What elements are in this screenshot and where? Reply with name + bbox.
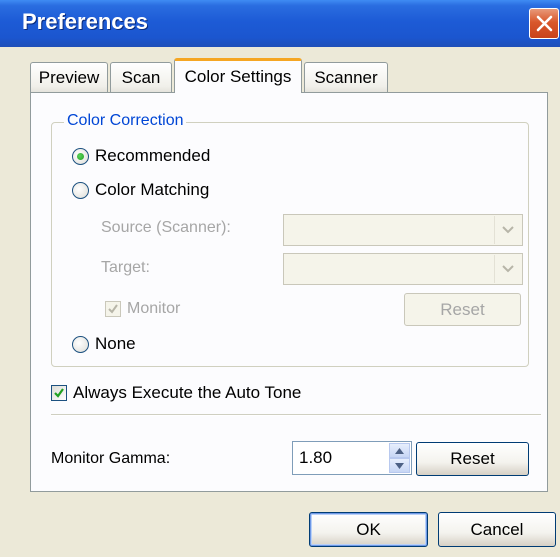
auto-tone-label: Always Execute the Auto Tone bbox=[73, 383, 302, 402]
recommended-label: Recommended bbox=[95, 146, 211, 165]
none-label: None bbox=[95, 334, 136, 353]
target-select[interactable] bbox=[283, 253, 523, 285]
triangle-down-icon[interactable] bbox=[389, 458, 410, 473]
monitor-gamma-value: 1.80 bbox=[299, 448, 333, 467]
tab-scan[interactable]: Scan bbox=[110, 62, 172, 92]
target-label: Target: bbox=[101, 259, 150, 276]
radio-selected-icon bbox=[72, 147, 89, 165]
source-scanner-select[interactable] bbox=[283, 214, 523, 246]
monitor-checkbox[interactable]: Monitor bbox=[105, 300, 180, 318]
check-icon bbox=[51, 385, 67, 401]
radio-unselected-icon bbox=[72, 335, 89, 353]
source-scanner-label: Source (Scanner): bbox=[101, 219, 231, 236]
radio-unselected-icon bbox=[72, 181, 89, 199]
auto-tone-checkbox[interactable]: Always Execute the Auto Tone bbox=[51, 383, 301, 403]
tab-color-settings[interactable]: Color Settings bbox=[174, 58, 302, 93]
tab-preview[interactable]: Preview bbox=[30, 62, 108, 92]
cancel-button[interactable]: Cancel bbox=[438, 512, 556, 547]
close-button[interactable] bbox=[529, 8, 559, 39]
separator bbox=[51, 414, 541, 416]
check-icon bbox=[105, 301, 121, 317]
color-matching-label: Color Matching bbox=[95, 180, 210, 199]
title-bar[interactable]: Preferences bbox=[0, 0, 560, 47]
ok-button[interactable]: OK bbox=[309, 512, 428, 547]
color-matching-radio[interactable]: Color Matching bbox=[72, 180, 209, 200]
tab-scanner[interactable]: Scanner bbox=[304, 62, 388, 92]
monitor-gamma-input[interactable]: 1.80 bbox=[292, 441, 412, 475]
color-correction-label: Color Correction bbox=[64, 112, 187, 130]
gamma-reset-button[interactable]: Reset bbox=[416, 442, 529, 476]
color-settings-panel: Color Correction Recommended Color Match… bbox=[30, 92, 548, 492]
gamma-spinner bbox=[389, 443, 410, 473]
close-icon bbox=[536, 15, 553, 32]
chevron-down-icon[interactable] bbox=[494, 255, 521, 283]
none-radio[interactable]: None bbox=[72, 334, 136, 354]
window-title: Preferences bbox=[22, 9, 148, 34]
color-reset-button[interactable]: Reset bbox=[404, 293, 521, 326]
monitor-gamma-label: Monitor Gamma: bbox=[51, 450, 171, 467]
monitor-label: Monitor bbox=[127, 300, 181, 317]
preferences-window: Preferences Preview Scan Color Settings … bbox=[0, 0, 560, 557]
recommended-radio[interactable]: Recommended bbox=[72, 146, 210, 166]
chevron-down-icon[interactable] bbox=[494, 216, 521, 244]
triangle-up-icon[interactable] bbox=[389, 443, 410, 458]
color-correction-group: Color Correction Recommended Color Match… bbox=[51, 112, 529, 367]
